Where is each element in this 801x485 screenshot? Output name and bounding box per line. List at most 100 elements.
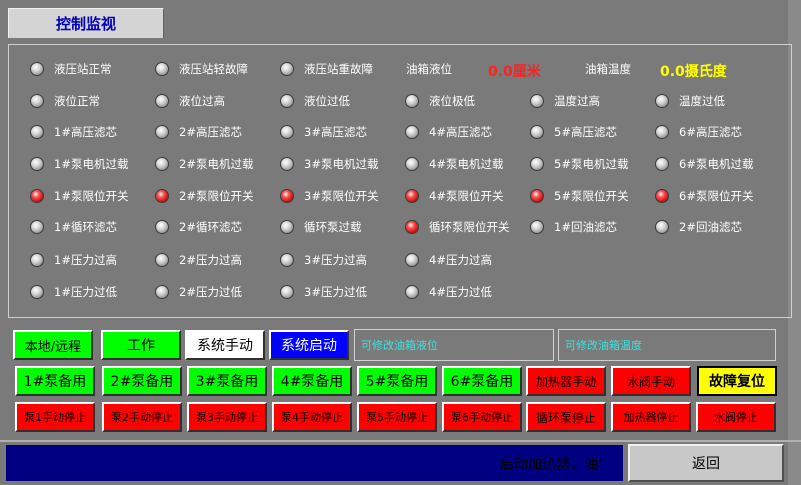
indicator-lamp-icon [280,285,294,299]
indicator-lamp-icon [405,253,419,267]
indicator-label: 液压站正常 [54,62,112,76]
status-indicator: 液位极低 [405,91,475,111]
system-manual-button[interactable]: 系统手动 [185,330,265,360]
status-panel [8,44,792,318]
indicator-label: 液位正常 [54,94,100,108]
pump-standby-button[interactable]: 4#泵备用 [272,366,352,396]
status-indicator: 3#高压滤芯 [280,122,367,142]
status-indicator: 2#高压滤芯 [155,122,242,142]
stop-button[interactable]: 泵6手动停止 [442,402,522,432]
indicator-label: 2#回油滤芯 [679,220,742,234]
stop-button[interactable]: 泵3手动停止 [187,402,267,432]
local-remote-button[interactable]: 本地/远程 [13,330,93,360]
status-indicator: 3#压力过高 [280,250,367,270]
stop-button[interactable]: 泵1手动停止 [15,402,95,432]
indicator-lamp-icon [405,94,419,108]
pump-standby-button[interactable]: 3#泵备用 [187,366,267,396]
divider [0,440,801,442]
status-indicator: 4#高压滤芯 [405,122,492,142]
status-indicator: 循环泵过载 [280,217,362,237]
status-indicator: 6#高压滤芯 [655,122,742,142]
indicator-label: 5#泵电机过载 [554,157,629,171]
status-indicator: 液位过高 [155,91,225,111]
indicator-label: 5#高压滤芯 [554,125,617,139]
indicator-lamp-icon [655,220,669,234]
indicator-label: 温度过低 [679,94,725,108]
back-button[interactable]: 返回 [628,444,784,482]
indicator-label: 6#高压滤芯 [679,125,742,139]
indicator-lamp-icon [30,62,44,76]
indicator-lamp-icon [155,285,169,299]
status-indicator: 循环泵限位开关 [405,217,510,237]
indicator-label: 液位过高 [179,94,225,108]
status-indicator: 液位正常 [30,91,100,111]
indicator-lamp-icon [30,157,44,171]
status-indicator: 2#循环滤芯 [155,217,242,237]
indicator-lamp-icon [530,157,544,171]
indicator-lamp-icon [280,125,294,139]
indicator-label: 2#压力过低 [179,285,242,299]
pump-standby-button[interactable]: 1#泵备用 [15,366,95,396]
indicator-lamp-icon [280,62,294,76]
pump-standby-button[interactable]: 6#泵备用 [442,366,522,396]
manual-control-button[interactable]: 水阀手动 [611,366,691,396]
stop-button[interactable]: 水阀停止 [696,402,776,432]
indicator-lamp-icon [655,189,669,203]
stop-button[interactable]: 泵2手动停止 [102,402,182,432]
indicator-label: 循环泵过载 [304,220,362,234]
status-indicator: 4#泵限位开关 [405,186,503,206]
tank-level-setpoint-field[interactable]: 可修改油箱液位 [354,329,554,361]
tab-control-monitor[interactable]: 控制监视 [8,8,164,38]
pump-standby-button[interactable]: 2#泵备用 [102,366,182,396]
indicator-lamp-icon [30,125,44,139]
indicator-label: 液压站轻故障 [179,62,248,76]
status-indicator: 温度过高 [530,91,600,111]
stop-button[interactable]: 泵4手动停止 [272,402,352,432]
indicator-lamp-icon [280,253,294,267]
indicator-lamp-icon [280,94,294,108]
indicator-label: 4#泵限位开关 [429,189,504,203]
status-indicator: 5#泵限位开关 [530,186,628,206]
indicator-lamp-icon [155,189,169,203]
status-indicator: 1#高压滤芯 [30,122,117,142]
status-indicator: 液压站正常 [30,59,112,79]
tank-temp-setpoint-field[interactable]: 可修改油箱温度 [558,329,776,361]
status-indicator: 2#回油滤芯 [655,217,742,237]
tank-level-value: 0.0厘米 [488,64,541,80]
status-indicator: 2#压力过高 [155,250,242,270]
indicator-lamp-icon [155,62,169,76]
status-indicator: 温度过低 [655,91,725,111]
indicator-lamp-icon [405,220,419,234]
status-indicator: 4#压力过低 [405,282,492,302]
indicator-label: 3#压力过低 [304,285,367,299]
indicator-label: 1#高压滤芯 [54,125,117,139]
work-button[interactable]: 工作 [101,330,181,360]
manual-control-button[interactable]: 加热器手动 [526,366,606,396]
status-indicator: 3#压力过低 [280,282,367,302]
status-indicator: 6#泵电机过载 [655,154,753,174]
status-indicator: 6#泵限位开关 [655,186,753,206]
system-start-button[interactable]: 系统启动 [269,330,349,360]
status-indicator: 3#泵限位开关 [280,186,378,206]
indicator-lamp-icon [280,157,294,171]
indicator-lamp-icon [405,125,419,139]
indicator-label: 1#泵限位开关 [54,189,129,203]
pump-standby-button[interactable]: 5#泵备用 [357,366,437,396]
stop-button[interactable]: 泵5手动停止 [357,402,437,432]
indicator-label: 温度过高 [554,94,600,108]
fault-reset-button[interactable]: 故障复位 [697,366,777,396]
status-indicator: 液位过低 [280,91,350,111]
stop-button[interactable]: 循环泵停止 [526,402,606,432]
indicator-label: 6#泵限位开关 [679,189,754,203]
stop-button[interactable]: 加热器停止 [611,402,691,432]
indicator-label: 2#循环滤芯 [179,220,242,234]
indicator-label: 液位极低 [429,94,475,108]
indicator-lamp-icon [655,157,669,171]
status-indicator: 4#泵电机过载 [405,154,503,174]
indicator-label: 1#压力过高 [54,253,117,267]
status-indicator: 2#压力过低 [155,282,242,302]
indicator-lamp-icon [30,94,44,108]
indicator-lamp-icon [405,189,419,203]
status-message: 启动加热器，油’ [500,457,603,473]
indicator-label: 循环泵限位开关 [429,220,510,234]
